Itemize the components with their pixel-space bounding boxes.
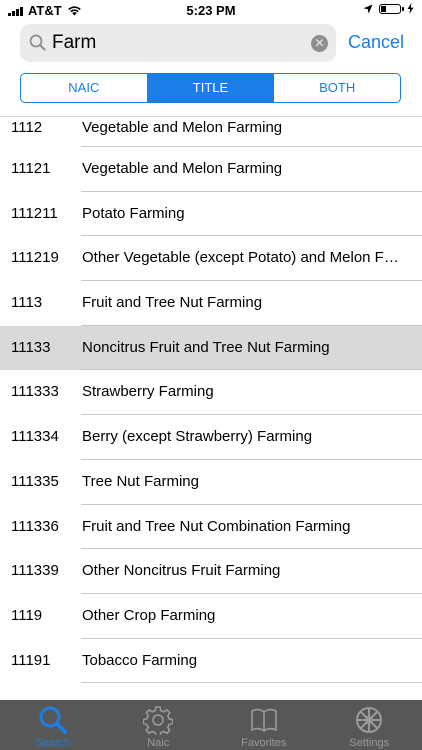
segment-title[interactable]: TITLE (147, 74, 275, 102)
industry-title: Noncitrus Fruit and Tree Nut Farming (82, 338, 330, 356)
industry-title: Other Noncitrus Fruit Farming (82, 562, 281, 580)
search-bar: ✕ Cancel (0, 22, 422, 66)
naic-code: 111334 (11, 428, 59, 446)
segment-both[interactable]: BOTH (274, 74, 400, 102)
search-icon (39, 706, 67, 734)
list-item[interactable]: 111333 Strawberry Farming (0, 370, 422, 415)
charging-icon (407, 3, 414, 14)
tab-label: Naic (147, 737, 170, 749)
gear-icon (143, 706, 174, 735)
industry-title: Fruit and Tree Nut Farming (82, 294, 263, 312)
naic-code: 11133 (11, 338, 51, 356)
list-item[interactable]: 111335 Tree Nut Farming (0, 460, 422, 505)
naic-code: 1119 (11, 606, 43, 624)
industry-title: Vegetable and Melon Farming (82, 119, 283, 136)
book-icon (250, 708, 277, 732)
list-item[interactable]: 111339 Other Noncitrus Fruit Farming (0, 549, 422, 594)
industry-title: Tree Nut Farming (82, 472, 199, 490)
results-list[interactable]: 1112 Vegetable and Melon Farming 11121 Veg… (0, 116, 422, 701)
list-item[interactable]: 1113 Fruit and Tree Nut Farming (0, 281, 422, 326)
industry-title: Berry (except Strawberry) Farming (82, 428, 313, 446)
status-bar: AT&T 5:23 PM (0, 0, 422, 22)
tab-settings[interactable]: Settings (317, 700, 422, 750)
cancel-button[interactable]: Cancel (348, 32, 404, 53)
naic-code: 111336 (11, 517, 59, 535)
naic-code: 111333 (11, 383, 59, 401)
list-item[interactable]: 11191 Tobacco Farming (0, 639, 422, 684)
search-input[interactable] (52, 28, 292, 58)
search-icon (29, 34, 46, 51)
industry-title: Strawberry Farming (82, 383, 214, 401)
naic-code: 1112 (11, 119, 43, 136)
list-item[interactable]: 1112 Vegetable and Melon Farming (0, 117, 422, 147)
industry-title: Potato Farming (82, 204, 185, 222)
naic-code: 11121 (11, 160, 51, 177)
tab-label: Favorites (241, 737, 287, 749)
industry-title: Tobacco Farming (82, 651, 198, 669)
battery-icon (379, 3, 404, 14)
clock: 5:23 PM (186, 3, 236, 18)
list-item[interactable]: 111211 Potato Farming (0, 192, 422, 237)
naic-code: 111211 (11, 204, 58, 222)
naic-code: 11191 (11, 651, 51, 669)
tab-bar: Search Naic Favorites Settings (0, 700, 422, 750)
list-item[interactable]: 111219 Other Vegetable (except Potato) an… (0, 236, 422, 281)
tab-label: Search (35, 737, 71, 749)
wheel-icon (356, 707, 383, 733)
tab-label: Settings (349, 737, 390, 749)
tab-naic[interactable]: Naic (106, 700, 212, 750)
segment-naic[interactable]: NAIC (21, 74, 148, 102)
industry-title: Fruit and Tree Nut Combination Farming (82, 517, 351, 535)
list-item[interactable]: 111336 Fruit and Tree Nut Combination Far… (0, 505, 422, 550)
industry-title: Vegetable and Melon Farming (82, 160, 283, 177)
list-item[interactable]: 111334 Berry (except Strawberry) Farming (0, 415, 422, 460)
industry-title: Other Vegetable (except Potato) and Melo… (82, 249, 399, 267)
industry-title: Other Crop Farming (82, 606, 216, 624)
naic-code: 1113 (11, 294, 43, 312)
tab-favorites[interactable]: Favorites (211, 700, 317, 750)
clear-search-icon[interactable]: ✕ (311, 35, 328, 52)
list-item[interactable]: 11121 Vegetable and Melon Farming (0, 147, 422, 192)
search-field[interactable]: ✕ (20, 24, 336, 62)
list-item-selected[interactable]: 11133 Noncitrus Fruit and Tree Nut Farmin… (0, 325, 422, 371)
search-scope-segmented-control: NAIC TITLE BOTH (20, 73, 401, 103)
tab-search[interactable]: Search (0, 700, 106, 750)
location-icon (363, 4, 373, 13)
naic-code: 111219 (11, 249, 59, 267)
naic-code: 111339 (11, 562, 59, 580)
list-item[interactable]: 1119 Other Crop Farming (0, 594, 422, 639)
naic-code: 111335 (11, 472, 59, 490)
